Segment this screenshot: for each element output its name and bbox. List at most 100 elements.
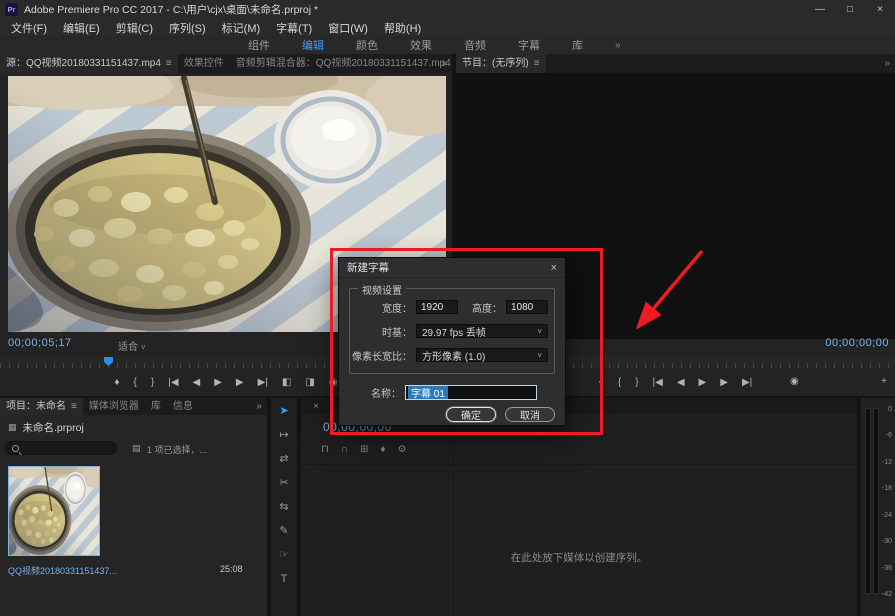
search-input[interactable] xyxy=(5,441,117,455)
workspace-tab-titles[interactable]: 字幕 xyxy=(518,37,540,53)
menu-item-edit[interactable]: 编辑(E) xyxy=(55,20,108,36)
workspace-tab-audio[interactable]: 音频 xyxy=(464,37,486,53)
mark-in-button[interactable]: { xyxy=(618,378,621,388)
app-icon: Pr xyxy=(5,3,18,16)
cancel-button[interactable]: 取消 xyxy=(505,407,555,422)
play-button[interactable]: ▶ xyxy=(214,378,222,388)
dialog-close-icon[interactable]: × xyxy=(551,262,557,274)
tab-audio-clip-mixer[interactable]: 音频剪辑混合器：QQ视频20180331151437.mp4 xyxy=(230,54,452,73)
export-frame-icon[interactable]: ◉ xyxy=(329,378,338,388)
go-to-out-button[interactable]: ▶| xyxy=(258,378,268,388)
audio-meter-left-channel xyxy=(865,408,871,594)
timeline-drop-hint: 在此处放下媒体以创建序列。 xyxy=(301,550,857,565)
workspace-tab-color[interactable]: 颜色 xyxy=(356,37,378,53)
menu-item-clip[interactable]: 剪辑(C) xyxy=(108,20,161,36)
insert-button[interactable]: ◧ xyxy=(282,378,291,388)
selection-status: 1 项已选择，... xyxy=(147,443,207,456)
clip-thumbnail[interactable] xyxy=(8,466,100,556)
timebase-label: 时基： xyxy=(350,324,412,339)
pen-tool[interactable]: ✎ xyxy=(279,526,288,537)
panel-menu-icon[interactable]: ≡ xyxy=(166,58,172,69)
timeline-close-icon[interactable]: × xyxy=(313,401,319,412)
tab-project[interactable]: 项目：未命名≡ xyxy=(0,398,83,415)
menu-bar: 文件(F) 编辑(E) 剪辑(C) 序列(S) 标记(M) 字幕(T) 窗口(W… xyxy=(0,19,895,36)
selection-tool[interactable]: ➤ xyxy=(279,406,288,417)
ripple-edit-tool[interactable]: ⇄ xyxy=(279,454,288,465)
premiere-window: Pr Adobe Premiere Pro CC 2017 - C:\用户\cj… xyxy=(0,0,895,616)
go-to-in-button[interactable]: |◀ xyxy=(168,378,178,388)
timeline-settings-icon[interactable]: ⚙ xyxy=(398,444,407,455)
maximize-button[interactable]: □ xyxy=(835,0,865,19)
panel-overflow-chevron[interactable]: » xyxy=(884,54,890,73)
audio-meter-right-channel xyxy=(873,408,879,594)
ok-button[interactable]: 确定 xyxy=(446,407,496,422)
list-view-icon[interactable]: ▤ xyxy=(132,443,141,454)
playhead-marker[interactable] xyxy=(104,357,113,366)
hand-tool[interactable]: ☞ xyxy=(279,550,289,561)
type-tool[interactable]: T xyxy=(281,574,288,585)
menu-item-markers[interactable]: 标记(M) xyxy=(214,20,269,36)
mark-in-button[interactable]: { xyxy=(134,378,137,388)
panel-menu-icon[interactable]: ≡ xyxy=(71,401,77,412)
go-to-out-button[interactable]: ▶| xyxy=(742,378,752,388)
add-marker-icon[interactable]: ♦ xyxy=(380,444,385,455)
timebase-dropdown[interactable]: 29.97 fps 丢帧 ˅ xyxy=(416,324,548,338)
tab-effect-controls[interactable]: 效果控件 xyxy=(178,54,230,73)
program-panel-tabs: 节目：(无序列)≡ » xyxy=(456,54,895,73)
zoom-fit-dropdown[interactable]: 适合˅ xyxy=(118,338,146,353)
snap-icon[interactable]: ∩ xyxy=(341,444,348,455)
tab-info[interactable]: 信息 xyxy=(167,398,199,415)
add-marker-button[interactable]: ♦ xyxy=(599,378,604,388)
chevron-down-icon: ˅ xyxy=(141,343,146,352)
tab-media-browser[interactable]: 媒体浏览器 xyxy=(83,398,145,415)
name-input[interactable]: 字幕 01 xyxy=(405,385,537,400)
width-input[interactable]: 1920 xyxy=(416,300,458,314)
go-to-in-button[interactable]: |◀ xyxy=(653,378,663,388)
tab-program[interactable]: 节目：(无序列)≡ xyxy=(456,54,546,73)
workspace-overflow-chevron[interactable]: » xyxy=(615,40,621,51)
tab-libraries[interactable]: 库 xyxy=(145,398,167,415)
mark-out-button[interactable]: } xyxy=(635,378,638,388)
workspace-tab-editing[interactable]: 编辑 xyxy=(302,37,324,53)
menu-item-help[interactable]: 帮助(H) xyxy=(376,20,429,36)
project-file-row[interactable]: ▦ 未命名.prproj xyxy=(0,419,267,435)
menu-item-titles[interactable]: 字幕(T) xyxy=(268,20,320,36)
slip-tool[interactable]: ⇆ xyxy=(279,502,288,513)
tab-source-clip[interactable]: 源：QQ视频20180331151437.mp4≡ xyxy=(0,54,178,73)
menu-item-file[interactable]: 文件(F) xyxy=(3,20,55,36)
dialog-title: 新建字幕 xyxy=(347,260,389,275)
panel-menu-icon[interactable]: ≡ xyxy=(534,58,540,69)
nest-insert-icon[interactable]: ⊓ xyxy=(321,444,329,455)
source-timecode[interactable]: 00;00;05;17 xyxy=(8,337,72,349)
razor-tool[interactable]: ✂ xyxy=(279,478,288,489)
meter-label: -30 xyxy=(882,538,892,545)
button-editor-plus[interactable]: + xyxy=(881,376,887,387)
track-select-tool[interactable]: ↦ xyxy=(279,430,288,441)
clip-name[interactable]: QQ视频20180331151437... xyxy=(8,564,210,577)
add-marker-button[interactable]: ♦ xyxy=(114,378,119,388)
workspace-tab-effects[interactable]: 效果 xyxy=(410,37,432,53)
overwrite-button[interactable]: ◨ xyxy=(305,378,314,388)
title-bar: Pr Adobe Premiere Pro CC 2017 - C:\用户\cj… xyxy=(0,0,895,19)
workspace-tab-libraries[interactable]: 库 xyxy=(572,37,583,53)
close-button[interactable]: × xyxy=(865,0,895,19)
step-back-button[interactable]: ◀ xyxy=(193,378,201,388)
timebase-value: 29.97 fps 丢帧 xyxy=(422,324,486,339)
panel-overflow-chevron[interactable]: » xyxy=(441,54,447,73)
program-timecode[interactable]: 00;00;00;00 xyxy=(825,337,889,349)
mark-out-button[interactable]: } xyxy=(151,378,154,388)
workspace-tab-assembly[interactable]: 组件 xyxy=(248,37,270,53)
height-input[interactable]: 1080 xyxy=(506,300,548,314)
linked-selection-icon[interactable]: ⊞ xyxy=(360,444,368,455)
export-frame-icon[interactable]: ◉ xyxy=(790,376,799,387)
menu-item-window[interactable]: 窗口(W) xyxy=(320,20,376,36)
timeline-toolbar: ⊓ ∩ ⊞ ♦ ⚙ xyxy=(321,444,406,455)
menu-item-sequence[interactable]: 序列(S) xyxy=(161,20,214,36)
step-forward-button[interactable]: ▶ xyxy=(720,378,728,388)
panel-overflow-chevron[interactable]: » xyxy=(256,398,262,415)
step-forward-button[interactable]: ▶ xyxy=(236,378,244,388)
step-back-button[interactable]: ◀ xyxy=(677,378,685,388)
pixel-aspect-dropdown[interactable]: 方形像素 (1.0) ˅ xyxy=(416,348,548,362)
play-button[interactable]: ▶ xyxy=(699,378,707,388)
minimize-button[interactable]: — xyxy=(805,0,835,19)
